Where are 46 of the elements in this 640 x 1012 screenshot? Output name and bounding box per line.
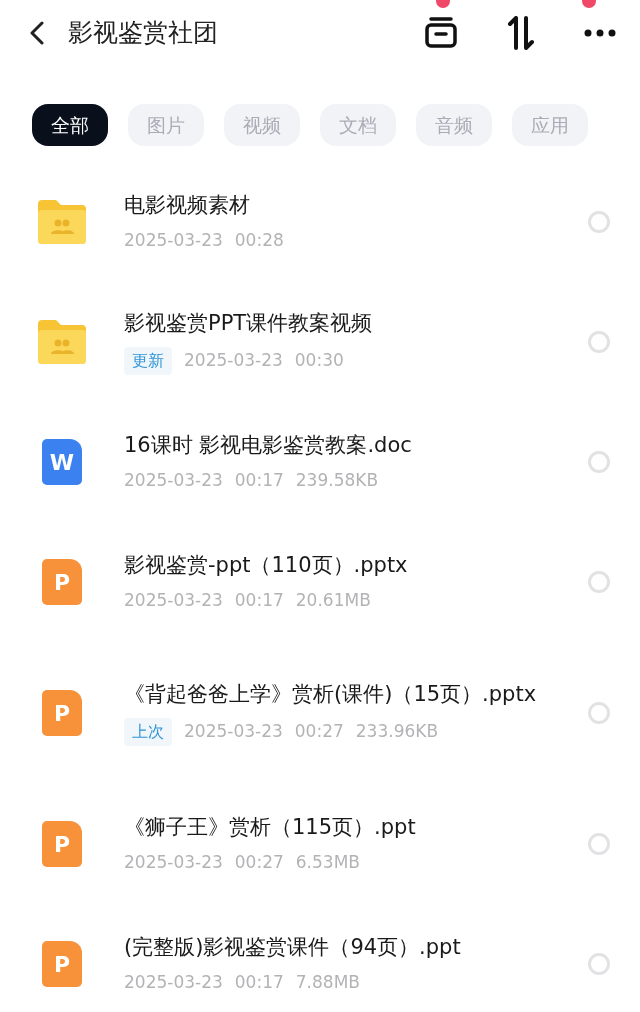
file-date: 2025-03-23 [124, 970, 223, 994]
file-size: 7.88MB [295, 970, 360, 994]
file-time: 00:28 [234, 228, 284, 252]
presentation-file-icon: P [42, 941, 82, 987]
file-date: 2025-03-23 [184, 719, 283, 743]
presentation-file-icon: P [42, 821, 82, 867]
file-name[interactable]: (完整版)影视鉴赏课件（94页）.ppt [124, 932, 544, 962]
select-radio[interactable] [588, 211, 610, 233]
file-name[interactable]: 影视鉴赏-ppt（110页）.pptx [124, 550, 544, 580]
file-date: 2025-03-23 [124, 228, 223, 252]
file-time: 00:27 [234, 850, 284, 874]
select-radio[interactable] [588, 702, 610, 724]
back-icon[interactable] [30, 21, 44, 45]
select-radio[interactable] [588, 571, 610, 593]
select-radio[interactable] [588, 953, 610, 975]
word-document-icon: W [42, 439, 82, 485]
file-date: 2025-03-23 [184, 348, 283, 372]
file-size: 239.58KB [295, 468, 379, 492]
file-time: 00:27 [294, 719, 344, 743]
status-tag: 更新 [124, 346, 172, 375]
file-time: 00:17 [234, 970, 284, 994]
select-radio[interactable] [588, 833, 610, 855]
file-name[interactable]: 《狮子王》赏析（115页）.ppt [124, 812, 544, 842]
file-name[interactable]: 影视鉴赏PPT课件教案视频 [124, 309, 544, 339]
presentation-file-icon: P [42, 559, 82, 605]
presentation-file-icon: P [42, 690, 82, 736]
file-name[interactable]: 电影视频素材 [124, 190, 544, 220]
more-icon[interactable] [584, 29, 616, 37]
file-time: 00:17 [234, 468, 284, 492]
file-name[interactable]: 16课时 影视电影鉴赏教案.doc [124, 430, 544, 460]
archive-icon[interactable] [424, 16, 458, 50]
file-size: 6.53MB [295, 850, 360, 874]
filter-tab[interactable]: 全部 [32, 104, 108, 146]
file-date: 2025-03-23 [124, 850, 223, 874]
file-name[interactable]: 《背起爸爸上学》赏析(课件)（15页）.pptx [124, 680, 544, 710]
file-time: 00:17 [234, 588, 284, 612]
file-size: 233.96KB [355, 719, 439, 743]
file-time: 00:30 [294, 348, 344, 372]
sort-icon[interactable] [506, 16, 536, 50]
file-date: 2025-03-23 [124, 588, 223, 612]
status-tag: 上次 [124, 717, 172, 746]
select-radio[interactable] [588, 451, 610, 473]
select-radio[interactable] [588, 331, 610, 353]
page-title: 影视鉴赏社团 [68, 17, 218, 50]
file-size: 20.61MB [295, 588, 371, 612]
file-date: 2025-03-23 [124, 468, 223, 492]
